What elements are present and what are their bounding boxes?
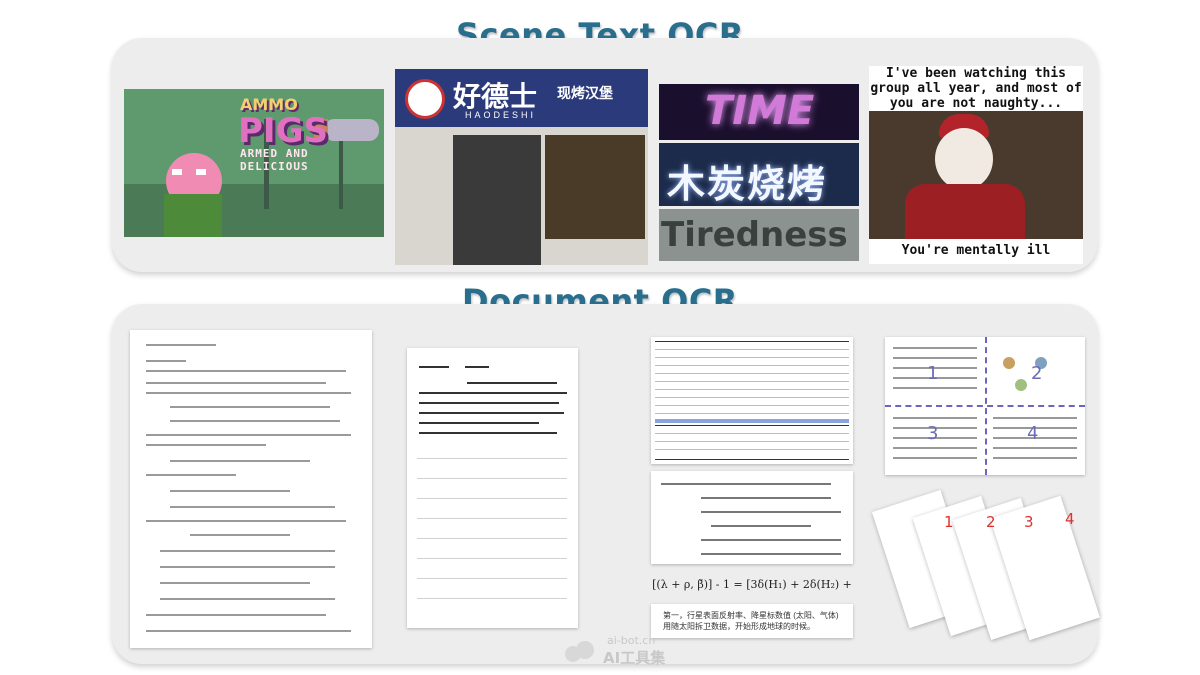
tiredness-image: Tiredness <box>659 209 859 261</box>
santa-coat <box>905 184 1025 239</box>
layout-region-1: 1 <box>927 363 939 384</box>
formula-line: [(λ + ρ, β̌)] - 1 = [3δ(H₁) + 2δ(H₂) + 4… <box>652 578 852 617</box>
page-number-2: 2 <box>986 513 996 531</box>
formula-block-document <box>651 471 853 564</box>
watermark-brand: AI工具集 <box>603 649 666 667</box>
results-table-document <box>651 337 853 464</box>
tiredness-text: Tiredness <box>661 215 848 255</box>
santa-meme-image: I've been watching this group all year, … <box>869 66 1083 264</box>
store-door <box>453 135 541 265</box>
page-number-4: 4 <box>1065 510 1075 528</box>
page-number-3: 3 <box>1024 513 1034 531</box>
santa-face <box>935 128 993 190</box>
chinese-text: 第一，行星表面反射率、降星标数值 (太阳、气体) 用随太阳拆卫数据，开始形成地球… <box>663 611 839 631</box>
math-document-page <box>130 330 372 648</box>
santa-caption-top: I've been watching this group all year, … <box>870 66 1082 111</box>
layout-region-2: 2 <box>1031 363 1043 384</box>
store-sign-right-text: 现烤汉堡 <box>557 85 613 101</box>
neon-chinese-text: 木炭烧烤 <box>667 164 828 206</box>
pigs-text: PIGS <box>238 111 328 151</box>
watermark: ai-bot.cn AI工具集 <box>563 634 683 667</box>
layout-region-4: 4 <box>1027 423 1039 444</box>
neon-time-text: TIME <box>705 88 815 134</box>
ammo-pigs-image: AMMO PIGS ARMED AND DELICIOUS <box>124 89 384 237</box>
tagline-text: ARMED AND DELICIOUS <box>240 147 309 173</box>
handwritten-document <box>407 348 578 628</box>
storefront-image: 好德士 HAODESHI 现烤汉堡 <box>395 69 648 265</box>
layout-analysis-document: 1 2 3 4 <box>885 337 1085 475</box>
page-number-1: 1 <box>944 513 954 531</box>
layout-region-3: 3 <box>927 423 939 444</box>
store-logo-icon <box>405 79 445 119</box>
santa-caption-bottom: You're mentally ill <box>901 243 1051 258</box>
chinese-text-snippet: 第一，行星表面反射率、降星标数值 (太阳、气体) 用随太阳拆卫数据，开始形成地球… <box>651 604 853 638</box>
store-sign-subtext: HAODESHI <box>465 110 537 120</box>
neon-chinese-image: 木炭烧烤 <box>659 143 859 206</box>
store-window <box>545 135 645 239</box>
layout-divider-horizontal <box>885 405 1085 407</box>
store-sign-text: 好德士 <box>453 80 538 113</box>
neon-time-image: TIME <box>659 84 859 140</box>
watermark-logo-icon <box>565 641 594 662</box>
watermark-domain: ai-bot.cn <box>607 634 656 647</box>
